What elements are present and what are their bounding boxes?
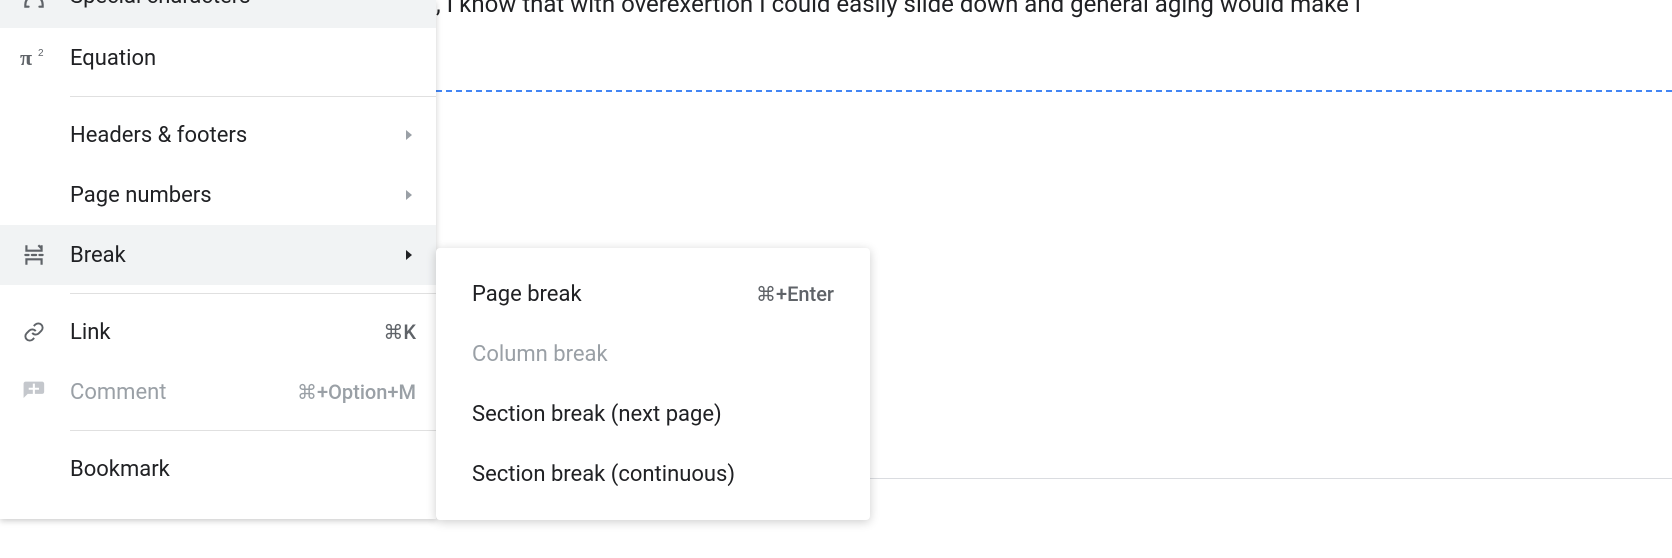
svg-text:2: 2 (38, 48, 44, 59)
document-body-text[interactable]: , I know that with overexertion I could … (436, 0, 1361, 18)
menu-separator (70, 293, 436, 294)
submenu-item-label: Section break (continuous) (472, 462, 834, 487)
omega-icon (20, 0, 48, 12)
menu-shortcut: ⌘K (383, 320, 416, 344)
menu-shortcut: ⌘+Option+M (297, 380, 416, 404)
submenu-arrow-icon (402, 248, 416, 262)
submenu-item-column-break: Column break (436, 324, 870, 384)
submenu-item-section-break-continuous[interactable]: Section break (continuous) (436, 444, 870, 504)
menu-item-label: Headers & footers (70, 123, 402, 148)
page-break-icon (20, 241, 48, 269)
page-edge (870, 478, 1672, 479)
menu-item-bookmark[interactable]: Bookmark (0, 439, 436, 499)
menu-item-page-numbers[interactable]: Page numbers (0, 165, 436, 225)
comment-icon (20, 378, 48, 406)
submenu-arrow-icon (402, 128, 416, 142)
menu-item-comment: Comment ⌘+Option+M (0, 362, 436, 422)
submenu-item-label: Column break (472, 342, 834, 367)
submenu-arrow-icon (402, 188, 416, 202)
break-submenu: Page break ⌘+Enter Column break Section … (436, 248, 870, 520)
svg-text:π: π (20, 45, 32, 70)
menu-separator (70, 430, 436, 431)
menu-item-label: Comment (70, 380, 297, 405)
submenu-item-label: Page break (472, 282, 756, 307)
submenu-shortcut: ⌘+Enter (756, 282, 834, 306)
menu-item-label: Equation (70, 46, 416, 71)
menu-item-label: Bookmark (70, 457, 416, 482)
menu-item-label: Page numbers (70, 183, 402, 208)
submenu-item-page-break[interactable]: Page break ⌘+Enter (436, 264, 870, 324)
menu-item-label: Special characters (70, 0, 416, 9)
menu-separator (70, 96, 436, 97)
menu-item-label: Link (70, 320, 383, 345)
submenu-item-section-break-next-page[interactable]: Section break (next page) (436, 384, 870, 444)
page-break-indicator (436, 90, 1672, 92)
link-icon (20, 318, 48, 346)
menu-item-link[interactable]: Link ⌘K (0, 302, 436, 362)
menu-item-equation[interactable]: π 2 Equation (0, 28, 436, 88)
menu-item-special-characters[interactable]: Special characters (0, 0, 436, 28)
pi-icon: π 2 (20, 44, 48, 72)
insert-menu-dropdown: Special characters π 2 Equation Headers … (0, 0, 436, 519)
menu-item-break[interactable]: Break (0, 225, 436, 285)
submenu-item-label: Section break (next page) (472, 402, 834, 427)
menu-item-headers-footers[interactable]: Headers & footers (0, 105, 436, 165)
menu-item-label: Break (70, 243, 402, 268)
